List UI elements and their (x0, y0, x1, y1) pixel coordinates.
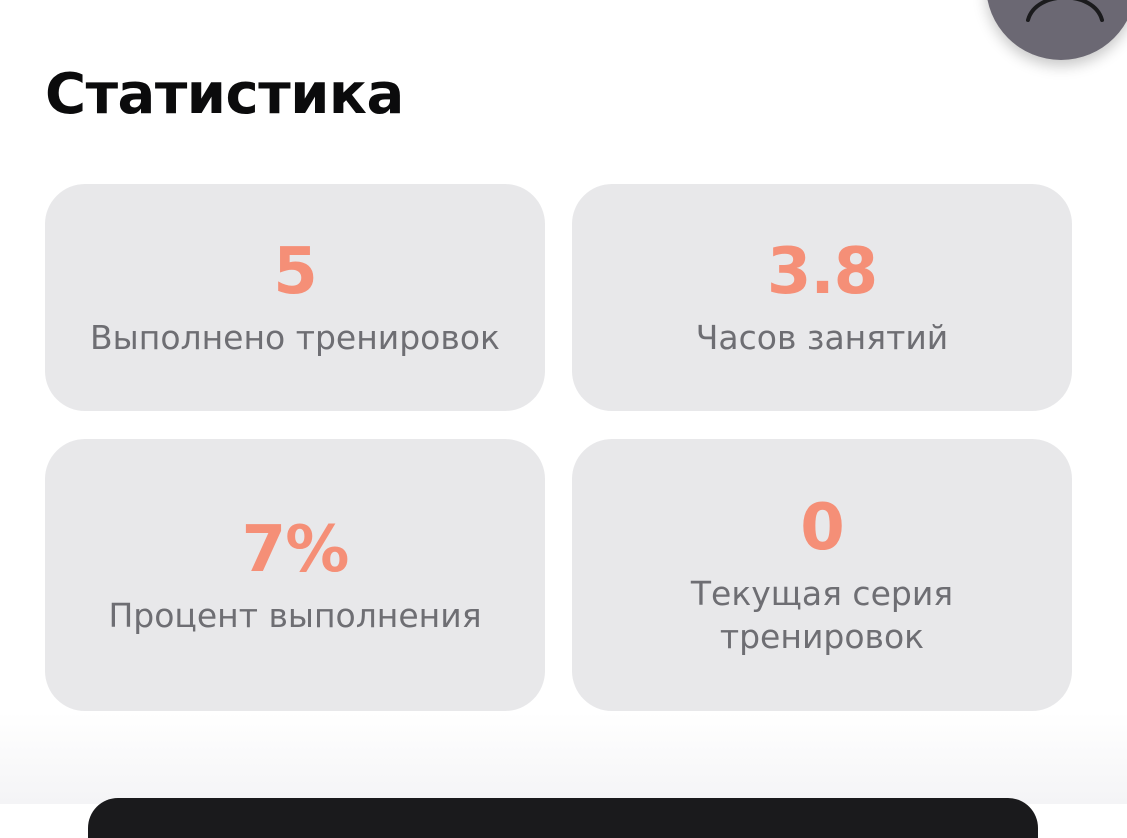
stat-value: 7% (241, 512, 350, 587)
stat-value: 5 (273, 235, 318, 309)
stat-card-current-streak: 0 Текущая серия тренировок (572, 439, 1072, 711)
avatar-icon (1026, 0, 1104, 22)
stat-label: Выполнено тренировок (90, 318, 500, 357)
stat-value: 3.8 (766, 235, 878, 309)
stat-label: Процент выполнения (108, 595, 482, 635)
stat-card-workouts-completed: 5 Выполнено тренировок (45, 184, 545, 411)
bottom-fade (0, 712, 1127, 804)
stat-label: Текущая серия тренировок (690, 574, 954, 656)
stat-card-hours: 3.8 Часов занятий (572, 184, 1072, 411)
stat-card-completion-percent: 7% Процент выполнения (45, 439, 545, 711)
stat-value: 0 (800, 491, 845, 565)
page-title: Статистика (45, 62, 404, 127)
bottom-action-bar[interactable] (88, 798, 1038, 838)
stat-label: Часов занятий (695, 318, 949, 357)
